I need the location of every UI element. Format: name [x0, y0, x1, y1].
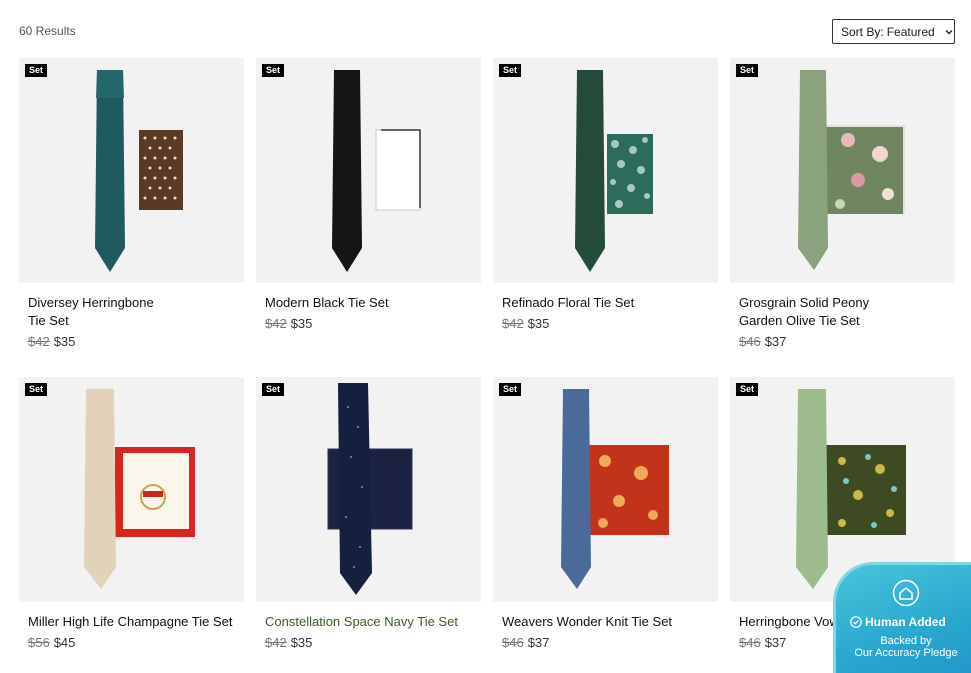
- house-icon: [892, 579, 920, 607]
- product-title[interactable]: Refinado Floral Tie Set: [493, 294, 708, 312]
- product-title[interactable]: Grosgrain Solid Peony Garden Olive Tie S…: [730, 294, 880, 330]
- tie-set-illustration: [332, 70, 421, 272]
- pledge-subtitle-1: Backed by: [880, 635, 932, 647]
- original-price: $46: [502, 635, 524, 650]
- tie-set-illustration: [84, 389, 195, 589]
- sale-price: $35: [290, 316, 313, 331]
- set-badge: Set: [499, 64, 522, 77]
- sort-dropdown[interactable]: Sort By: Featured: [832, 19, 955, 44]
- product-price: $42 $35: [256, 635, 481, 650]
- product-price: $46 $37: [730, 334, 955, 349]
- set-badge: Set: [262, 64, 285, 77]
- product-card[interactable]: Set Weavers Wonder Knit Tie Set $46 $37: [493, 377, 718, 650]
- original-price: $42: [28, 334, 50, 349]
- product-price: $42 $35: [256, 316, 481, 331]
- tie-set-illustration: [798, 70, 905, 270]
- set-badge: Set: [499, 383, 522, 396]
- product-title[interactable]: Diversey Herringbone Tie Set: [19, 294, 169, 330]
- sale-price: $35: [527, 316, 550, 331]
- results-count: 60 Results: [19, 24, 76, 38]
- product-title[interactable]: Modern Black Tie Set: [256, 294, 471, 312]
- product-card[interactable]: Set Constellation Space Navy Tie Set $42…: [256, 377, 481, 650]
- product-image[interactable]: Set: [19, 377, 244, 602]
- tie-set-illustration: [575, 70, 653, 272]
- product-price: $42 $35: [493, 316, 718, 331]
- pledge-title: Human Added: [865, 615, 946, 629]
- chevron-down-icon: [945, 29, 953, 34]
- original-price: $46: [739, 334, 761, 349]
- sale-price: $37: [527, 635, 550, 650]
- sale-price: $37: [764, 635, 787, 650]
- tie-set-illustration: [561, 389, 669, 589]
- sale-price: $35: [290, 635, 313, 650]
- check-circle-icon: [850, 616, 862, 628]
- product-image[interactable]: Set: [256, 377, 481, 602]
- product-image[interactable]: Set: [256, 58, 481, 283]
- product-image[interactable]: Set: [730, 58, 955, 283]
- product-card[interactable]: Set Refinado Floral Tie Set $42 $35: [493, 58, 718, 331]
- product-card[interactable]: Set Grosgrain Solid Peony Garden Olive T…: [730, 58, 955, 349]
- tie-set-illustration: [327, 383, 413, 595]
- pledge-subtitle-2: Our Accuracy Pledge: [854, 647, 958, 659]
- sale-price: $37: [764, 334, 787, 349]
- product-title[interactable]: Constellation Space Navy Tie Set: [256, 613, 471, 631]
- sale-price: $35: [53, 334, 76, 349]
- product-card[interactable]: Set Diversey Herringbone Tie Set $42 $35: [19, 58, 244, 349]
- product-title[interactable]: Miller High Life Champagne Tie Set: [19, 613, 234, 631]
- product-price: $42 $35: [19, 334, 244, 349]
- set-badge: Set: [25, 64, 48, 77]
- product-image[interactable]: Set: [493, 377, 718, 602]
- product-title[interactable]: Weavers Wonder Knit Tie Set: [493, 613, 708, 631]
- product-card[interactable]: Set Miller High Life Champagne Tie Set $…: [19, 377, 244, 650]
- sort-label: Sort By:: [841, 24, 884, 39]
- product-image[interactable]: Set: [493, 58, 718, 283]
- set-badge: Set: [262, 383, 285, 396]
- sale-price: $45: [53, 635, 76, 650]
- set-badge: Set: [25, 383, 48, 396]
- accuracy-pledge-badge[interactable]: Human Added Backed by Our Accuracy Pledg…: [833, 562, 971, 673]
- original-price: $42: [265, 635, 287, 650]
- original-price: $56: [28, 635, 50, 650]
- product-image[interactable]: Set: [19, 58, 244, 283]
- original-price: $42: [265, 316, 287, 331]
- original-price: $42: [502, 316, 524, 331]
- product-card[interactable]: Set Modern Black Tie Set $42 $35: [256, 58, 481, 331]
- sort-value: Featured: [886, 24, 935, 39]
- set-badge: Set: [736, 64, 759, 77]
- product-price: $46 $37: [493, 635, 718, 650]
- product-price: $56 $45: [19, 635, 244, 650]
- set-badge: Set: [736, 383, 759, 396]
- original-price: $46: [739, 635, 761, 650]
- tie-set-illustration: [95, 70, 183, 272]
